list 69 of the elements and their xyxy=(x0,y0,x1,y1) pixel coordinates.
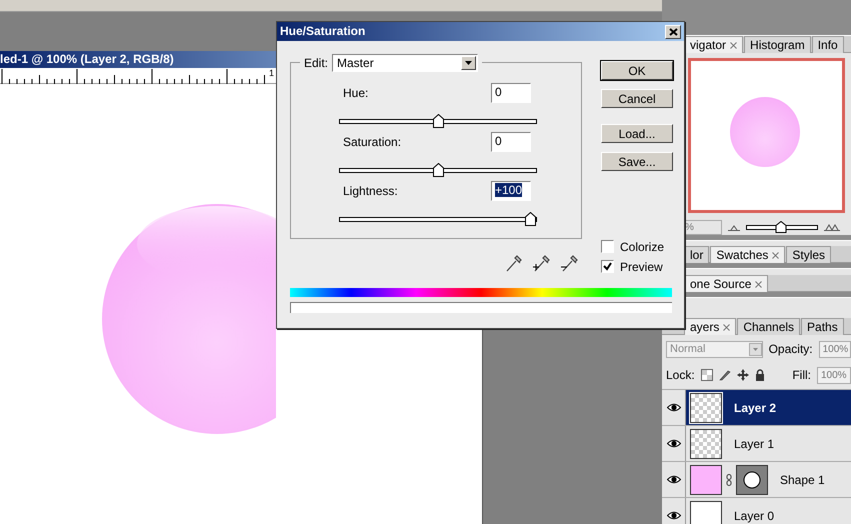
close-icon[interactable] xyxy=(755,280,762,288)
zoom-in-icon[interactable] xyxy=(824,224,840,231)
opacity-label: Opacity: xyxy=(768,341,813,358)
layer-thumbnail xyxy=(690,428,722,458)
zoom-out-icon[interactable] xyxy=(728,224,740,230)
link-icon xyxy=(726,474,732,486)
bubble-drawing xyxy=(730,97,800,167)
slider-thumb[interactable] xyxy=(432,114,444,128)
panel-tab[interactable]: ayers xyxy=(684,318,736,335)
fill-label: Fill: xyxy=(792,367,811,384)
layer-row[interactable]: Layer 2 xyxy=(662,389,851,425)
lock-transparency-icon[interactable] xyxy=(700,369,713,381)
value-field[interactable]: +100 xyxy=(491,181,531,201)
eye-icon[interactable] xyxy=(666,403,680,412)
slider-thumb[interactable] xyxy=(432,163,444,177)
value-field[interactable]: 0 xyxy=(491,83,531,103)
fill-field[interactable]: 100% xyxy=(817,366,851,384)
layer-name: Layer 0 xyxy=(734,508,774,524)
slider-label: Saturation: xyxy=(343,134,402,151)
layer-row[interactable]: Shape 1 xyxy=(662,461,851,497)
slider-thumb[interactable] xyxy=(525,212,536,226)
eyedropper-plus-icon[interactable] xyxy=(532,253,552,273)
panel-tab[interactable]: Paths xyxy=(801,318,844,335)
dialog-button[interactable]: Cancel xyxy=(601,89,673,108)
close-icon[interactable] xyxy=(772,252,780,258)
panel-tab[interactable]: Swatches xyxy=(710,246,786,263)
lock-icon[interactable] xyxy=(754,369,765,381)
eyedropper-icon[interactable] xyxy=(504,253,524,273)
checkbox[interactable] xyxy=(601,240,614,253)
dialog-button[interactable]: Load... xyxy=(601,124,673,143)
brush-icon[interactable] xyxy=(718,369,731,381)
layer-thumbnail xyxy=(690,392,722,422)
panel-tab[interactable]: Channels xyxy=(737,318,800,335)
panel-tab[interactable]: Histogram xyxy=(744,36,811,53)
slider-thumb[interactable] xyxy=(775,221,786,233)
opacity-field[interactable]: 100% xyxy=(818,340,851,358)
panel-tab[interactable]: vigator xyxy=(684,36,744,53)
eye-icon[interactable] xyxy=(666,511,680,520)
checkbox[interactable] xyxy=(601,260,614,273)
close-icon xyxy=(668,28,678,36)
close-icon[interactable] xyxy=(723,324,730,330)
panel-tab[interactable]: Info xyxy=(812,36,844,53)
layer-row[interactable]: Layer 0 xyxy=(662,497,851,524)
eyedropper-minus-icon[interactable] xyxy=(560,253,580,273)
close-button[interactable] xyxy=(665,24,681,38)
panel-tab[interactable]: Styles xyxy=(786,246,832,263)
checkbox-label: Colorize xyxy=(620,238,664,256)
slider-label: Hue: xyxy=(343,85,370,102)
layer-row[interactable]: Layer 1 xyxy=(662,425,851,461)
panel-tab[interactable]: one Source xyxy=(684,275,768,292)
move-icon[interactable] xyxy=(736,369,749,381)
value-field[interactable]: 0 xyxy=(491,132,531,152)
ruler-label: 1 xyxy=(268,68,274,78)
layer-thumbnail xyxy=(690,464,722,494)
checkbox-label: Preview xyxy=(620,258,663,276)
lock-label: Lock: xyxy=(666,367,695,384)
slider-label: Lightness: xyxy=(343,183,399,200)
dialog-title: Hue/Saturation xyxy=(280,23,366,40)
eye-icon[interactable] xyxy=(666,439,680,448)
dialog-button[interactable]: Save... xyxy=(601,152,673,171)
panel-tab[interactable]: lor xyxy=(684,246,710,263)
dialog-button[interactable]: OK xyxy=(601,61,673,80)
edit-dropdown[interactable]: Master xyxy=(332,54,478,72)
close-icon[interactable] xyxy=(730,42,738,48)
circle-icon xyxy=(743,470,761,488)
eye-icon[interactable] xyxy=(666,475,680,484)
layer-name: Layer 1 xyxy=(734,436,774,452)
layer-name: Shape 1 xyxy=(780,472,825,488)
layer-name: Layer 2 xyxy=(734,400,776,416)
